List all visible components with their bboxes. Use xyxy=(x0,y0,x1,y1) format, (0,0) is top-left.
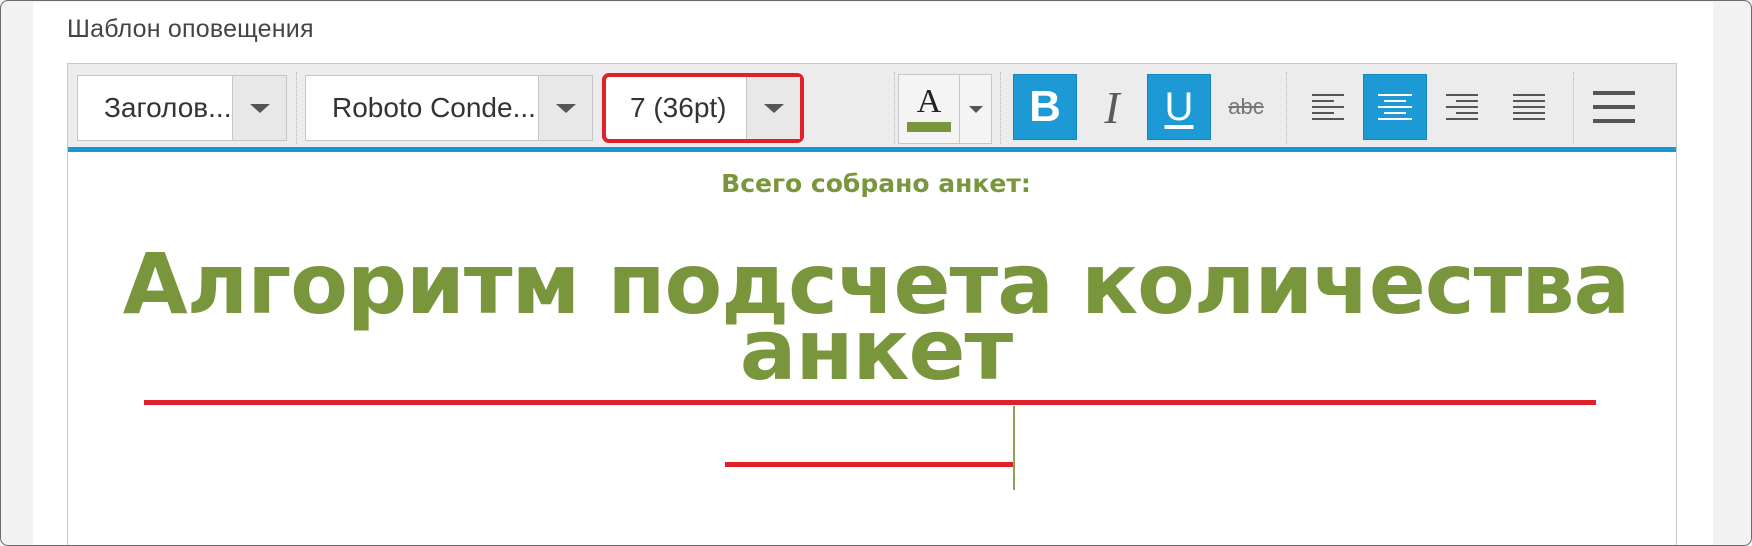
format-select[interactable]: Заголов... xyxy=(77,75,287,141)
font-family-select-value: Roboto Conde... xyxy=(332,92,536,123)
editor-toolbar: Заголов... Roboto Conde... 7 (36pt) A B … xyxy=(68,64,1676,152)
text-color-swatch xyxy=(907,122,951,132)
font-family-select[interactable]: Roboto Conde... xyxy=(305,75,593,141)
format-select-value: Заголов... xyxy=(104,92,232,123)
align-left-button[interactable] xyxy=(1296,74,1360,140)
toolbar-divider xyxy=(1286,72,1287,144)
hamburger-icon xyxy=(1593,91,1635,123)
strikethrough-button[interactable]: abc xyxy=(1214,74,1278,140)
text-caret xyxy=(1013,406,1015,490)
underline-icon: U xyxy=(1164,84,1194,129)
align-center-button[interactable] xyxy=(1363,74,1427,140)
window-frame: Шаблон оповещения Заголов... Roboto Cond… xyxy=(0,0,1752,546)
bold-icon: B xyxy=(1029,82,1061,131)
toolbar-divider xyxy=(1000,72,1001,144)
chevron-down-icon[interactable] xyxy=(959,75,991,143)
spellcheck-underline xyxy=(144,400,1596,405)
italic-icon: I xyxy=(1104,81,1120,133)
chevron-down-icon[interactable] xyxy=(232,76,286,140)
font-size-select-value: 7 (36pt) xyxy=(630,92,727,123)
align-center-icon xyxy=(1378,94,1412,120)
align-right-icon xyxy=(1446,94,1478,120)
underline-button[interactable]: U xyxy=(1147,74,1211,140)
section-label: Шаблон оповещения xyxy=(67,15,314,43)
bold-button[interactable]: B xyxy=(1013,74,1077,140)
text-color-letter: A xyxy=(916,83,942,120)
italic-button[interactable]: I xyxy=(1080,74,1144,140)
toolbar-divider xyxy=(296,72,297,144)
chevron-down-icon[interactable] xyxy=(538,76,592,140)
content-subtitle: Всего собрано анкет: xyxy=(721,169,1031,198)
align-right-button[interactable] xyxy=(1430,74,1494,140)
spellcheck-underline xyxy=(725,462,1015,467)
font-size-select[interactable]: 7 (36pt) xyxy=(602,73,804,143)
toolbar-divider xyxy=(1573,72,1574,144)
chevron-down-icon[interactable] xyxy=(746,77,800,139)
align-justify-button[interactable] xyxy=(1497,74,1561,140)
align-justify-icon xyxy=(1513,94,1545,120)
more-options-button[interactable] xyxy=(1582,74,1646,140)
text-color-icon[interactable]: A xyxy=(899,75,959,143)
content-headline: Алгоритм подсчета количества анкет xyxy=(1,242,1751,392)
text-color-button[interactable]: A xyxy=(898,74,992,144)
align-left-icon xyxy=(1312,94,1344,120)
strikethrough-icon: abc xyxy=(1228,94,1264,119)
toolbar-divider xyxy=(894,72,895,144)
